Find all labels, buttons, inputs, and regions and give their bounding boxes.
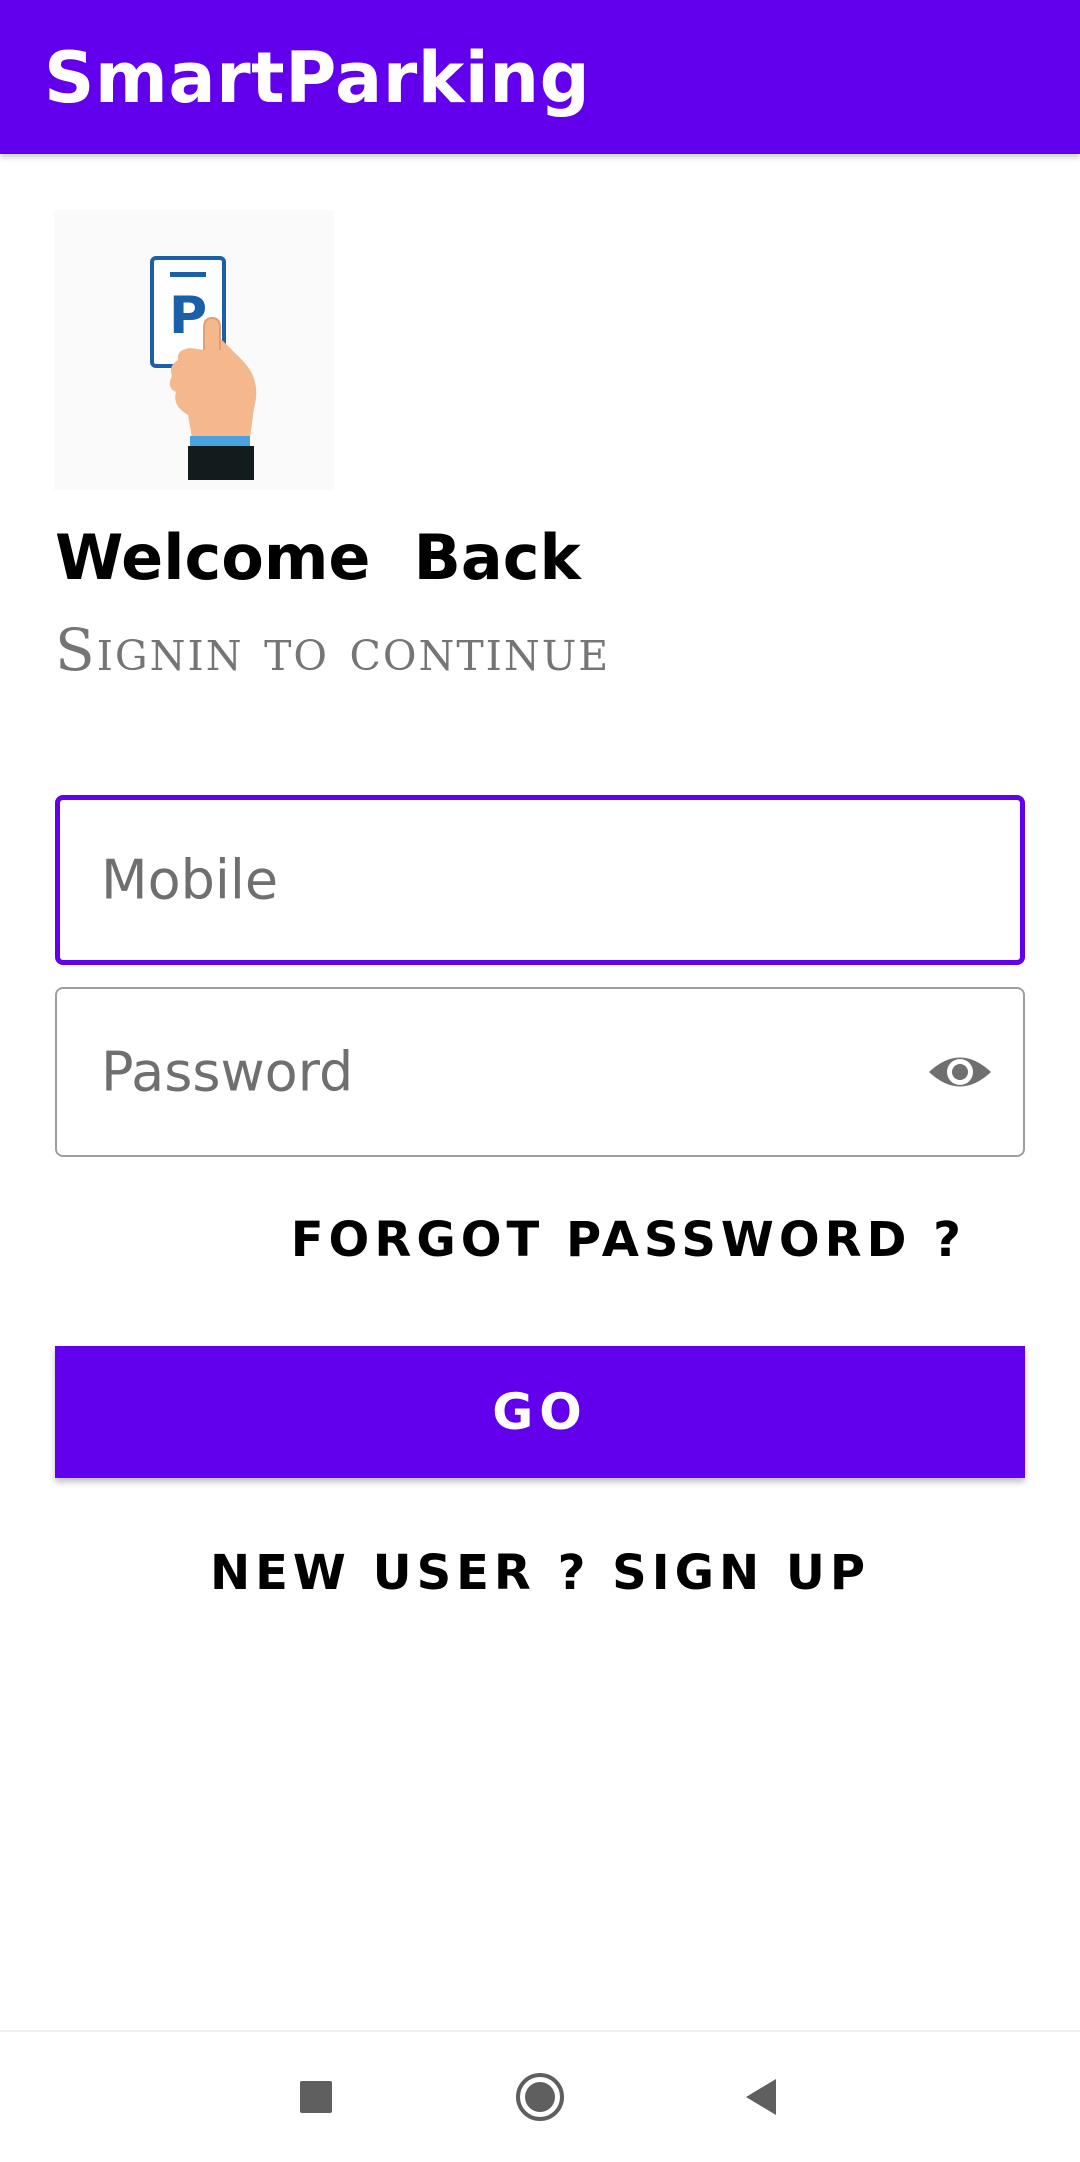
back-triangle-icon[interactable] xyxy=(706,2032,816,2162)
app-title: SmartParking xyxy=(44,37,591,119)
recents-square-icon[interactable] xyxy=(261,2032,371,2162)
system-nav-bar xyxy=(0,2030,1080,2162)
parking-card-hand-icon: P xyxy=(54,210,334,490)
welcome-heading: Welcome Back xyxy=(55,521,581,594)
mobile-placeholder: Mobile xyxy=(101,848,279,912)
go-button[interactable]: GO xyxy=(55,1346,1025,1478)
eye-icon[interactable] xyxy=(927,1049,993,1095)
signin-subtitle: Signin to continue xyxy=(55,616,611,684)
logo-sign-letter: P xyxy=(169,286,207,346)
password-field[interactable]: Password xyxy=(55,987,1025,1157)
go-button-label: GO xyxy=(492,1383,588,1441)
mobile-field[interactable]: Mobile xyxy=(55,795,1025,965)
forgot-password-link[interactable]: FORGOT PASSWORD ? xyxy=(291,1210,966,1270)
password-placeholder: Password xyxy=(101,1040,354,1104)
home-circle-icon[interactable] xyxy=(485,2032,595,2162)
signup-link[interactable]: NEW USER ? SIGN UP xyxy=(0,1543,1080,1603)
app-bar: SmartParking xyxy=(0,0,1080,154)
